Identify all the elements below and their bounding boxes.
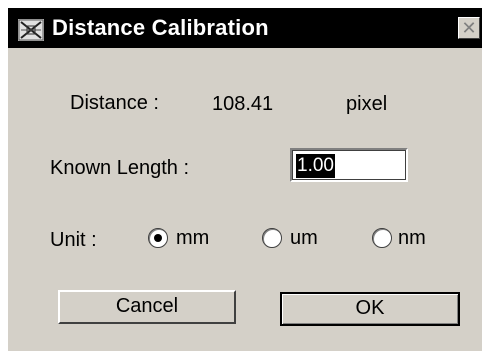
unit-option-nm[interactable]: nm [398, 226, 426, 250]
close-button[interactable]: ✕ [458, 17, 480, 39]
unit-option-um[interactable]: um [290, 226, 318, 250]
distance-value: 108.41 [212, 93, 274, 115]
radio-selected-dot [154, 234, 162, 242]
known-length-value: 1.00 [296, 154, 335, 178]
window-title: Distance Calibration [52, 15, 269, 40]
unit-radio-um[interactable] [262, 228, 282, 248]
ok-button[interactable]: OK [280, 292, 460, 326]
unit-label: Unit : [50, 229, 97, 251]
unit-radio-nm[interactable] [372, 228, 392, 248]
known-length-input[interactable]: 1.00 [290, 148, 408, 182]
unit-radio-mm[interactable] [148, 228, 168, 248]
title-bar: Distance Calibration ✕ [8, 8, 482, 48]
distance-label: Distance : [70, 92, 159, 114]
distance-calibration-dialog: Distance Calibration ✕ Distance : 108.41… [6, 6, 482, 351]
close-icon: ✕ [461, 18, 477, 38]
distance-unit: pixel [346, 93, 388, 115]
unit-option-mm[interactable]: mm [176, 226, 209, 250]
known-length-label: Known Length : [50, 157, 189, 179]
cancel-button[interactable]: Cancel [58, 290, 236, 324]
calibration-app-icon [18, 19, 44, 41]
